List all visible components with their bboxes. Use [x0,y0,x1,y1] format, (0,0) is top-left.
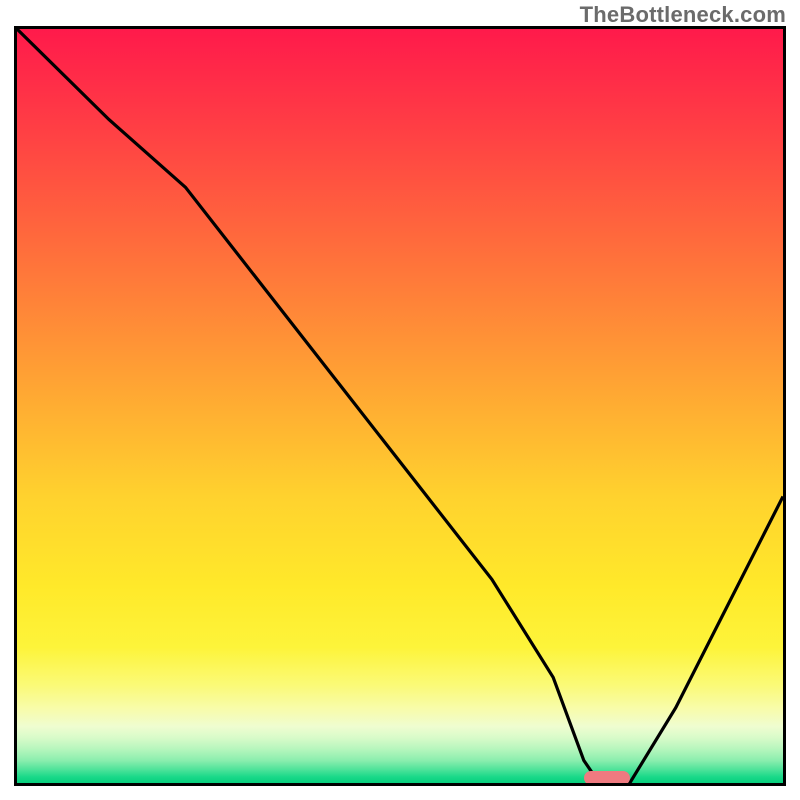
watermark-text: TheBottleneck.com [580,2,786,28]
bottleneck-curve [17,29,783,783]
plot-area [14,26,786,786]
optimal-range-marker [584,771,630,785]
chart-frame: TheBottleneck.com [0,0,800,800]
